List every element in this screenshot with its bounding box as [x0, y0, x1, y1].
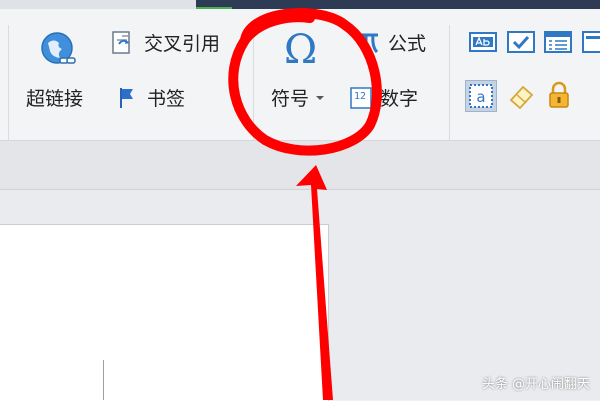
hyperlink-button-icon[interactable] — [37, 30, 81, 72]
text-form-icon: a — [465, 80, 497, 112]
hyperlink-button[interactable]: 超链接 — [26, 84, 83, 111]
bookmark-button[interactable]: 书签 — [117, 84, 185, 111]
more-controls-button[interactable] — [582, 30, 600, 54]
cross-reference-button[interactable]: 交叉引用 — [110, 29, 220, 56]
lock-icon — [546, 80, 572, 110]
symbol-label: 符号 — [271, 88, 310, 110]
omega-icon: Ω — [284, 27, 318, 73]
svg-text:a: a — [476, 88, 485, 106]
lock-button[interactable] — [546, 80, 572, 110]
checkbox-button[interactable] — [507, 30, 535, 54]
number-box-icon: 12 — [350, 86, 372, 109]
cross-reference-icon — [110, 30, 136, 56]
formula-label: 公式 — [388, 33, 427, 55]
ribbon-separator — [8, 25, 9, 140]
pi-icon — [358, 30, 380, 56]
flag-icon — [117, 86, 137, 110]
list-box-icon — [544, 30, 572, 54]
watermark: 头条 @开心闹翻天 — [481, 377, 590, 392]
eraser-button[interactable] — [507, 82, 537, 110]
title-bar-strip — [0, 0, 600, 9]
symbol-button-icon[interactable]: Ω — [284, 30, 317, 70]
checkbox-icon — [507, 30, 535, 54]
chevron-down-icon — [315, 94, 325, 102]
toolbar-band — [0, 141, 600, 190]
margin-marker — [103, 360, 104, 400]
list-box-button[interactable] — [544, 30, 572, 54]
controls-icon — [582, 30, 600, 54]
bookmark-label: 书签 — [147, 88, 186, 110]
title-bar-light-area — [0, 0, 196, 9]
ribbon-separator — [449, 25, 450, 140]
number-label: 数字 — [380, 88, 419, 110]
text-field-button[interactable] — [469, 30, 497, 54]
text-field-icon — [469, 30, 497, 54]
ribbon-separator — [253, 25, 254, 140]
text-form-button[interactable]: a — [465, 80, 497, 112]
globe-link-icon — [37, 30, 81, 72]
symbol-button[interactable]: 符号 — [271, 84, 325, 111]
document-page[interactable] — [0, 224, 329, 401]
number-icon-text: 12 — [354, 90, 367, 102]
number-button[interactable]: 12 数字 — [350, 84, 418, 111]
cross-reference-label: 交叉引用 — [144, 33, 221, 55]
hyperlink-label: 超链接 — [26, 88, 84, 110]
formula-button[interactable]: 公式 — [358, 29, 426, 56]
eraser-icon — [507, 82, 537, 110]
